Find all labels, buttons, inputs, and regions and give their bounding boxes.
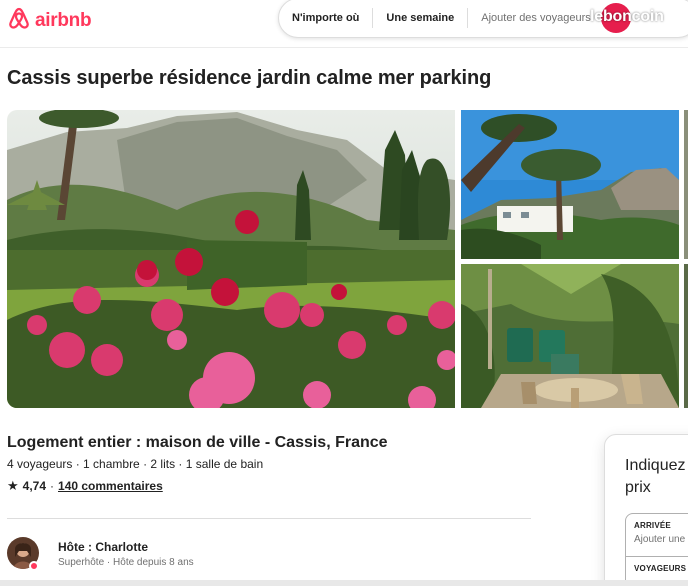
host-name: Hôte : Charlotte: [58, 540, 148, 554]
listing-photo-3[interactable]: [461, 264, 679, 408]
superhost-badge-icon: [29, 561, 39, 571]
listing-photo-5-edge[interactable]: [684, 264, 688, 408]
search-location-button[interactable]: N'importe où: [279, 12, 372, 24]
search-guests-button[interactable]: Ajouter des voyageurs: [468, 12, 603, 24]
rating-row: ★ 4,74 · 140 commentaires: [7, 478, 163, 494]
brand-name: airbnb: [35, 9, 92, 31]
listing-title: Cassis superbe résidence jardin calme me…: [7, 67, 492, 89]
booking-title: Indiquez les prix: [625, 457, 688, 496]
listing-photo-4-edge[interactable]: [684, 110, 688, 259]
arrival-date-field[interactable]: ARRIVÉE Ajouter une: [625, 513, 688, 557]
rating-score: 4,74: [22, 479, 47, 493]
watermark-text: leboncoin: [590, 8, 664, 25]
search-dates-button[interactable]: Une semaine: [373, 12, 467, 24]
host-subtitle: Superhôte · Hôte depuis 8 ans: [58, 557, 194, 568]
star-icon: ★: [7, 478, 19, 493]
airbnb-logo-icon: [7, 5, 31, 36]
arrival-label: ARRIVÉE: [634, 521, 671, 530]
bottom-band: [0, 580, 688, 586]
arrival-placeholder: Ajouter une: [634, 534, 686, 545]
top-header: airbnb N'importe où Une semaine Ajouter …: [0, 0, 688, 48]
section-divider: [7, 518, 531, 519]
guests-label: VOYAGEURS: [634, 564, 687, 573]
booking-card: Indiquez les prix ARRIVÉE Ajouter une VO…: [604, 434, 688, 586]
listing-photo-main[interactable]: [7, 110, 455, 408]
listing-photo-2[interactable]: [461, 110, 679, 259]
reviews-link[interactable]: 140 commentaires: [58, 479, 163, 493]
listing-details: 4 voyageurs · 1 chambre · 2 lits · 1 sal…: [7, 457, 264, 471]
rating-separator: ·: [50, 479, 55, 493]
airbnb-logo[interactable]: airbnb: [7, 5, 92, 36]
listing-subtitle: Logement entier : maison de ville - Cass…: [7, 434, 388, 451]
